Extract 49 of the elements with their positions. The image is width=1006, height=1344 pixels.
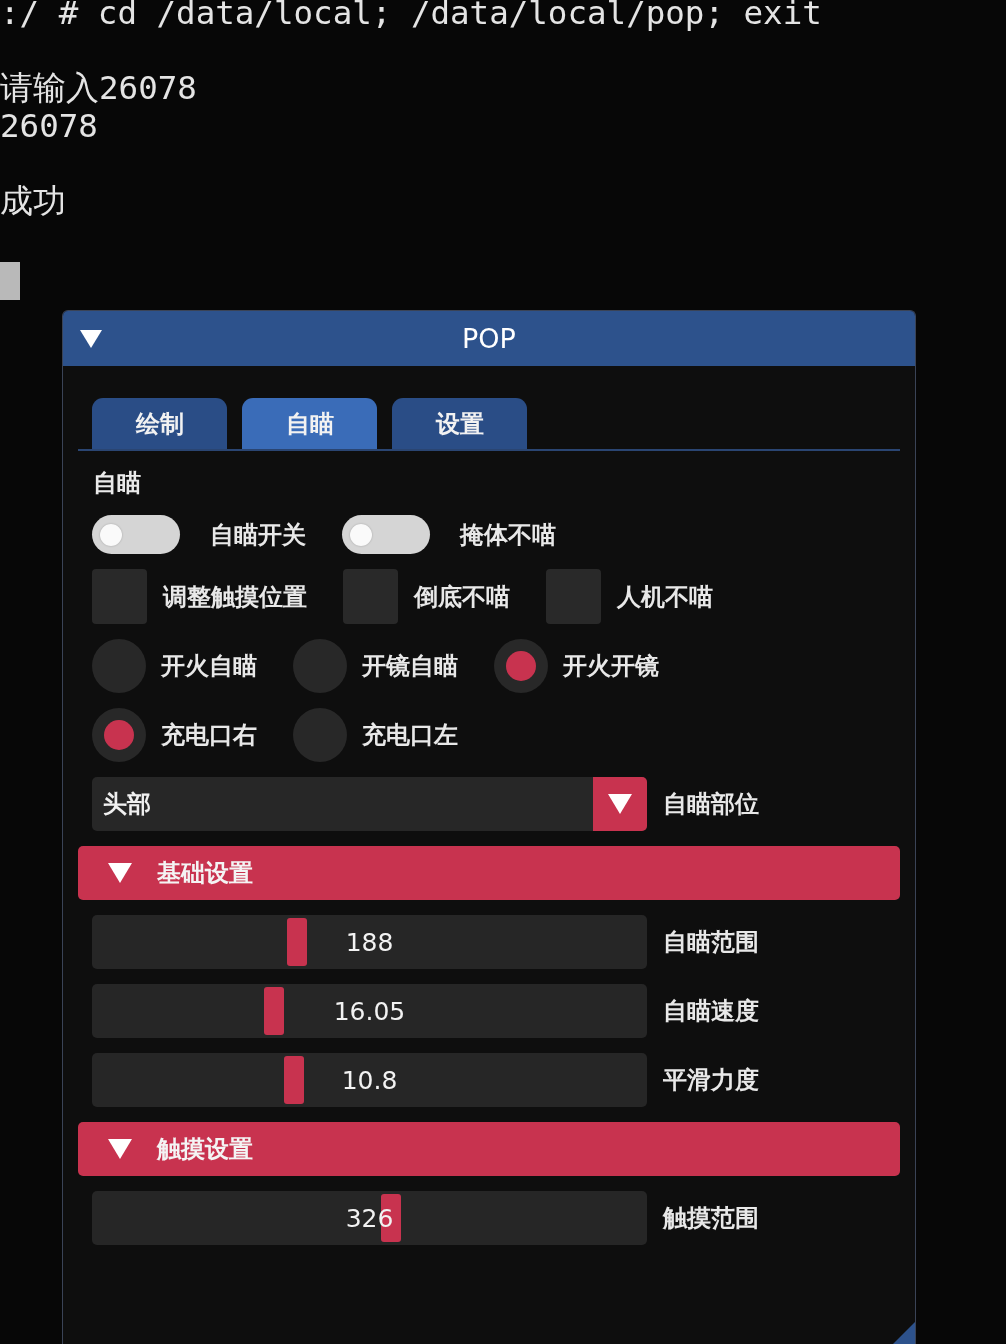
slider-track[interactable]: 16.05 bbox=[92, 984, 647, 1038]
section-header[interactable]: 触摸设置 bbox=[78, 1122, 900, 1176]
dropdown-field[interactable]: 头部 bbox=[92, 777, 647, 831]
toggle-label: 自瞄开关 bbox=[210, 519, 306, 551]
resize-grip-icon[interactable] bbox=[893, 1322, 915, 1344]
checkbox-label: 调整触摸位置 bbox=[163, 581, 307, 613]
tab[interactable]: 绘制 bbox=[92, 398, 227, 449]
checkbox[interactable] bbox=[546, 569, 601, 624]
terminal-line: 请输入26078 bbox=[0, 70, 197, 108]
radio-label: 开镜自瞄 bbox=[362, 651, 458, 682]
checkbox-label: 倒底不喵 bbox=[414, 581, 510, 613]
dropdown-label: 自瞄部位 bbox=[663, 789, 759, 820]
dropdown-arrow-button[interactable] bbox=[593, 777, 647, 831]
radio-label: 充电口右 bbox=[161, 720, 257, 751]
slider-label: 自瞄速度 bbox=[663, 996, 759, 1027]
slider-label: 触摸范围 bbox=[663, 1203, 759, 1234]
slider-thumb[interactable] bbox=[283, 1056, 304, 1104]
checkbox[interactable] bbox=[92, 569, 147, 624]
slider-value: 188 bbox=[345, 927, 394, 957]
slider-track[interactable]: 188 bbox=[92, 915, 647, 969]
terminal-line: 成功 bbox=[0, 182, 66, 220]
checkbox[interactable] bbox=[343, 569, 398, 624]
radio-label: 充电口左 bbox=[362, 720, 458, 751]
slider-value: 16.05 bbox=[333, 996, 406, 1026]
caret-down-icon bbox=[608, 794, 632, 814]
toggle-switch[interactable] bbox=[342, 515, 430, 554]
terminal-line: 26078 bbox=[0, 107, 98, 145]
section-heading: 自瞄 bbox=[93, 468, 141, 499]
section-header[interactable]: 基础设置 bbox=[78, 846, 900, 900]
window-title: POP bbox=[462, 323, 516, 354]
radio-button[interactable] bbox=[293, 639, 347, 693]
radio-button[interactable] bbox=[92, 708, 146, 762]
slider-track[interactable]: 10.8 bbox=[92, 1053, 647, 1107]
slider-thumb[interactable] bbox=[287, 918, 307, 966]
terminal-line: :/ # cd /data/local; /data/local/pop; exit bbox=[0, 0, 822, 33]
toggle-switch[interactable] bbox=[92, 515, 180, 554]
slider-label: 平滑力度 bbox=[663, 1065, 759, 1096]
slider-value: 10.8 bbox=[341, 1065, 398, 1095]
tab[interactable]: 设置 bbox=[392, 398, 527, 449]
slider-thumb[interactable] bbox=[263, 987, 284, 1035]
toggle-label: 掩体不喵 bbox=[460, 519, 556, 551]
radio-label: 开火自瞄 bbox=[161, 651, 257, 682]
radio-button[interactable] bbox=[92, 639, 146, 693]
slider-label: 自瞄范围 bbox=[663, 927, 759, 958]
radio-label: 开火开镜 bbox=[563, 651, 659, 682]
radio-button[interactable] bbox=[293, 708, 347, 762]
radio-button[interactable] bbox=[494, 639, 548, 693]
tab[interactable]: 自瞄 bbox=[242, 398, 377, 449]
checkbox-label: 人机不喵 bbox=[617, 581, 713, 613]
